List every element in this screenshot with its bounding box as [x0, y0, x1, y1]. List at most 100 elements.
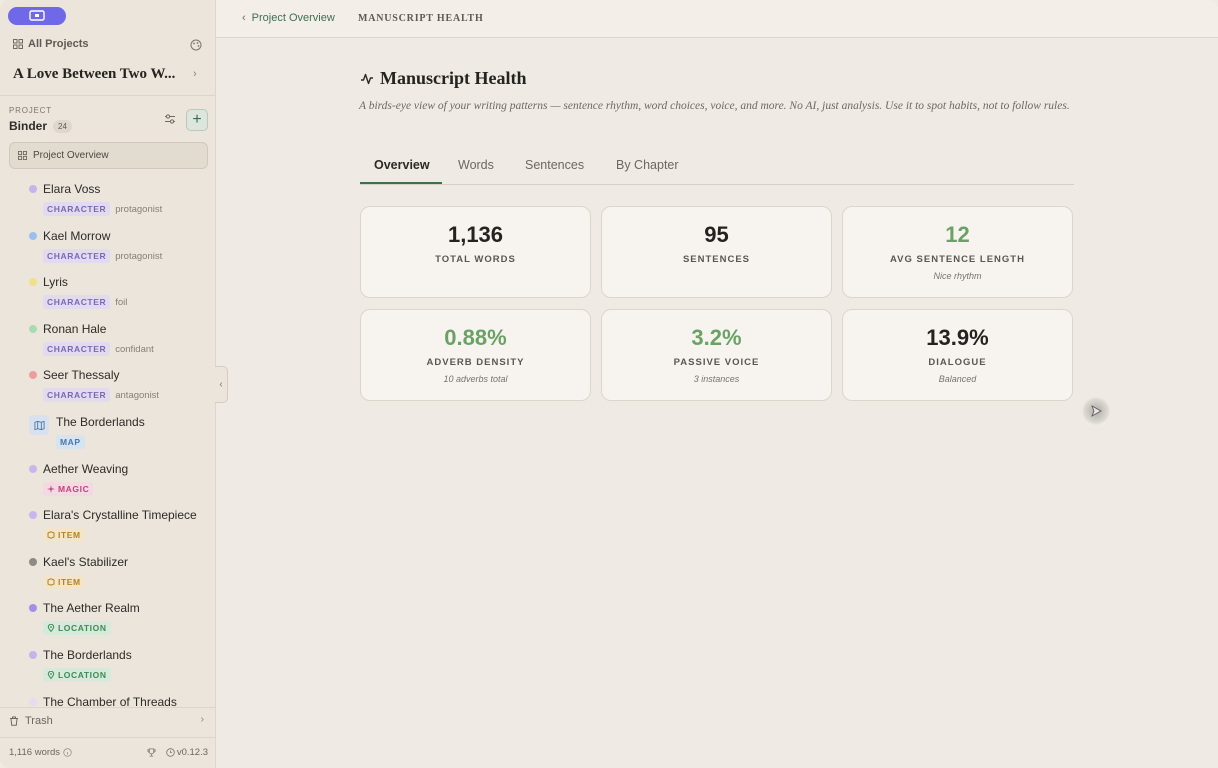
item-name: The Borderlands — [43, 648, 132, 662]
stat-value: 1,136 — [447, 222, 504, 247]
binder-item[interactable]: Lyris CHARACTER foil — [0, 269, 216, 315]
item-name: Lyris — [43, 275, 68, 289]
binder-item[interactable]: The Aether Realm LOCATION — [0, 595, 216, 641]
trash-link[interactable]: Trash › — [9, 714, 208, 728]
item-color-dot — [29, 325, 37, 333]
stat-card-dialogue: 13.9% DIALOGUE Balanced — [842, 309, 1073, 401]
stat-value: 12 — [945, 222, 970, 247]
tag-row: CHARACTER antagonist — [43, 388, 159, 402]
project-overview-button[interactable]: Project Overview — [9, 142, 208, 169]
stat-label: PASSIVE VOICE — [673, 357, 760, 368]
tab-by-chapter[interactable]: By Chapter — [616, 158, 679, 172]
breadcrumb-back-label: Project Overview — [251, 12, 335, 24]
item-name: Ronan Hale — [43, 322, 107, 336]
character-tag: CHARACTER — [43, 342, 111, 356]
binder-item[interactable]: Seer Thessaly CHARACTER antagonist — [0, 362, 216, 408]
chevron-left-icon: ‹ — [242, 12, 246, 24]
add-item-button[interactable]: + — [186, 109, 208, 131]
binder-item[interactable]: Aether Weaving MAGIC — [0, 456, 216, 502]
item-name: Kael's Stabilizer — [43, 555, 128, 569]
stat-note: 3 instances — [693, 374, 740, 384]
tab-words[interactable]: Words — [458, 158, 494, 172]
location-tag-label: LOCATION — [58, 670, 107, 680]
palette-icon[interactable] — [190, 39, 202, 51]
stat-label: SENTENCES — [682, 254, 751, 265]
pin-icon — [47, 624, 55, 632]
binder-item[interactable]: Elara's Crystalline Timepiece ITEM — [0, 502, 216, 548]
item-color-dot — [29, 698, 37, 706]
box-icon — [47, 578, 55, 586]
tag-row: ITEM — [43, 528, 85, 542]
item-color-dot — [29, 465, 37, 473]
chevron-right-icon: › — [200, 714, 204, 725]
binder-item[interactable]: Kael Morrow CHARACTER protagonist — [0, 223, 216, 269]
stat-label: DIALOGUE — [928, 357, 987, 368]
location-tag: LOCATION — [43, 621, 111, 635]
binder-list: Elara Voss CHARACTER protagonist Kael Mo… — [0, 176, 216, 706]
pin-icon — [47, 671, 55, 679]
item-name: Seer Thessaly — [43, 368, 120, 382]
active-tab-indicator — [360, 182, 442, 184]
role-label: foil — [115, 296, 128, 308]
stat-value: 3.2% — [691, 325, 742, 350]
item-name: Kael Morrow — [43, 229, 111, 243]
tag-row: MAP — [56, 435, 85, 449]
tab-bar: Overview Words Sentences By Chapter — [360, 151, 1074, 185]
binder-count-badge: 24 — [53, 119, 72, 133]
version-info[interactable]: v0.12.3 — [166, 747, 208, 758]
item-name: Elara's Crystalline Timepiece — [43, 508, 197, 522]
binder-item[interactable]: The Borderlands MAP — [0, 409, 216, 455]
item-tag: ITEM — [43, 528, 85, 542]
cursor-icon — [1091, 405, 1102, 417]
stat-card-avg-sentence-length: 12 AVG SENTENCE LENGTH Nice rhythm — [842, 206, 1073, 298]
divider — [0, 707, 216, 708]
item-name: Elara Voss — [43, 182, 101, 196]
stat-card-adverb-density: 0.88% ADVERB DENSITY 10 adverbs total — [360, 309, 591, 401]
app-window: All Projects A Love Between Two W... › P… — [0, 0, 1218, 768]
map-tag: MAP — [56, 435, 85, 449]
stat-card-total-words: 1,136 TOTAL WORDS — [360, 206, 591, 298]
sparkle-icon — [47, 485, 55, 493]
top-bar: ‹ Project Overview MANUSCRIPT HEALTH — [216, 0, 1218, 38]
all-projects-label: All Projects — [28, 38, 89, 50]
chevron-right-icon[interactable]: › — [193, 68, 197, 80]
stat-value: 0.88% — [444, 325, 507, 350]
page-subtitle: A birds-eye view of your writing pattern… — [359, 100, 1070, 112]
filter-icon[interactable] — [164, 113, 176, 125]
item-name: Aether Weaving — [43, 462, 129, 476]
page-title-text: Manuscript Health — [380, 68, 527, 88]
item-color-dot — [29, 651, 37, 659]
binder-item[interactable]: The Borderlands LOCATION — [0, 642, 216, 688]
character-tag: CHARACTER — [43, 388, 111, 402]
item-name: The Aether Realm — [43, 601, 140, 615]
tab-overview[interactable]: Overview — [374, 158, 430, 172]
project-title[interactable]: A Love Between Two W... — [13, 66, 185, 83]
info-icon[interactable] — [63, 748, 72, 757]
all-projects-link[interactable]: All Projects — [13, 38, 89, 50]
collapse-sidebar-button[interactable]: ‹ — [215, 366, 228, 403]
binder-label: Binder — [9, 119, 48, 133]
status-footer: 1,116 words v0.12.3 — [9, 747, 208, 758]
footer-right: v0.12.3 — [147, 747, 208, 758]
app-switcher-button[interactable] — [8, 7, 66, 25]
binder-item[interactable]: Ronan Hale CHARACTER confidant — [0, 316, 216, 362]
tab-sentences[interactable]: Sentences — [525, 158, 584, 172]
tag-row: CHARACTER foil — [43, 295, 127, 309]
item-color-dot — [29, 558, 37, 566]
trophy-icon[interactable] — [147, 748, 156, 757]
character-tag: CHARACTER — [43, 295, 111, 309]
mouse-cursor — [1082, 397, 1110, 425]
role-label: protagonist — [115, 203, 163, 215]
binder-item[interactable]: The Chamber of Threads — [0, 689, 216, 706]
breadcrumb-back-link[interactable]: ‹ Project Overview — [242, 12, 335, 24]
item-color-dot — [29, 278, 37, 286]
item-color-dot — [29, 371, 37, 379]
tag-row: LOCATION — [43, 668, 111, 682]
item-color-dot — [29, 232, 37, 240]
stat-note: Balanced — [938, 374, 977, 384]
binder-item[interactable]: Kael's Stabilizer ITEM — [0, 549, 216, 595]
stat-value: 95 — [704, 222, 729, 247]
binder-item[interactable]: Elara Voss CHARACTER protagonist — [0, 176, 216, 222]
item-color-dot — [29, 185, 37, 193]
item-tag: ITEM — [43, 575, 85, 589]
